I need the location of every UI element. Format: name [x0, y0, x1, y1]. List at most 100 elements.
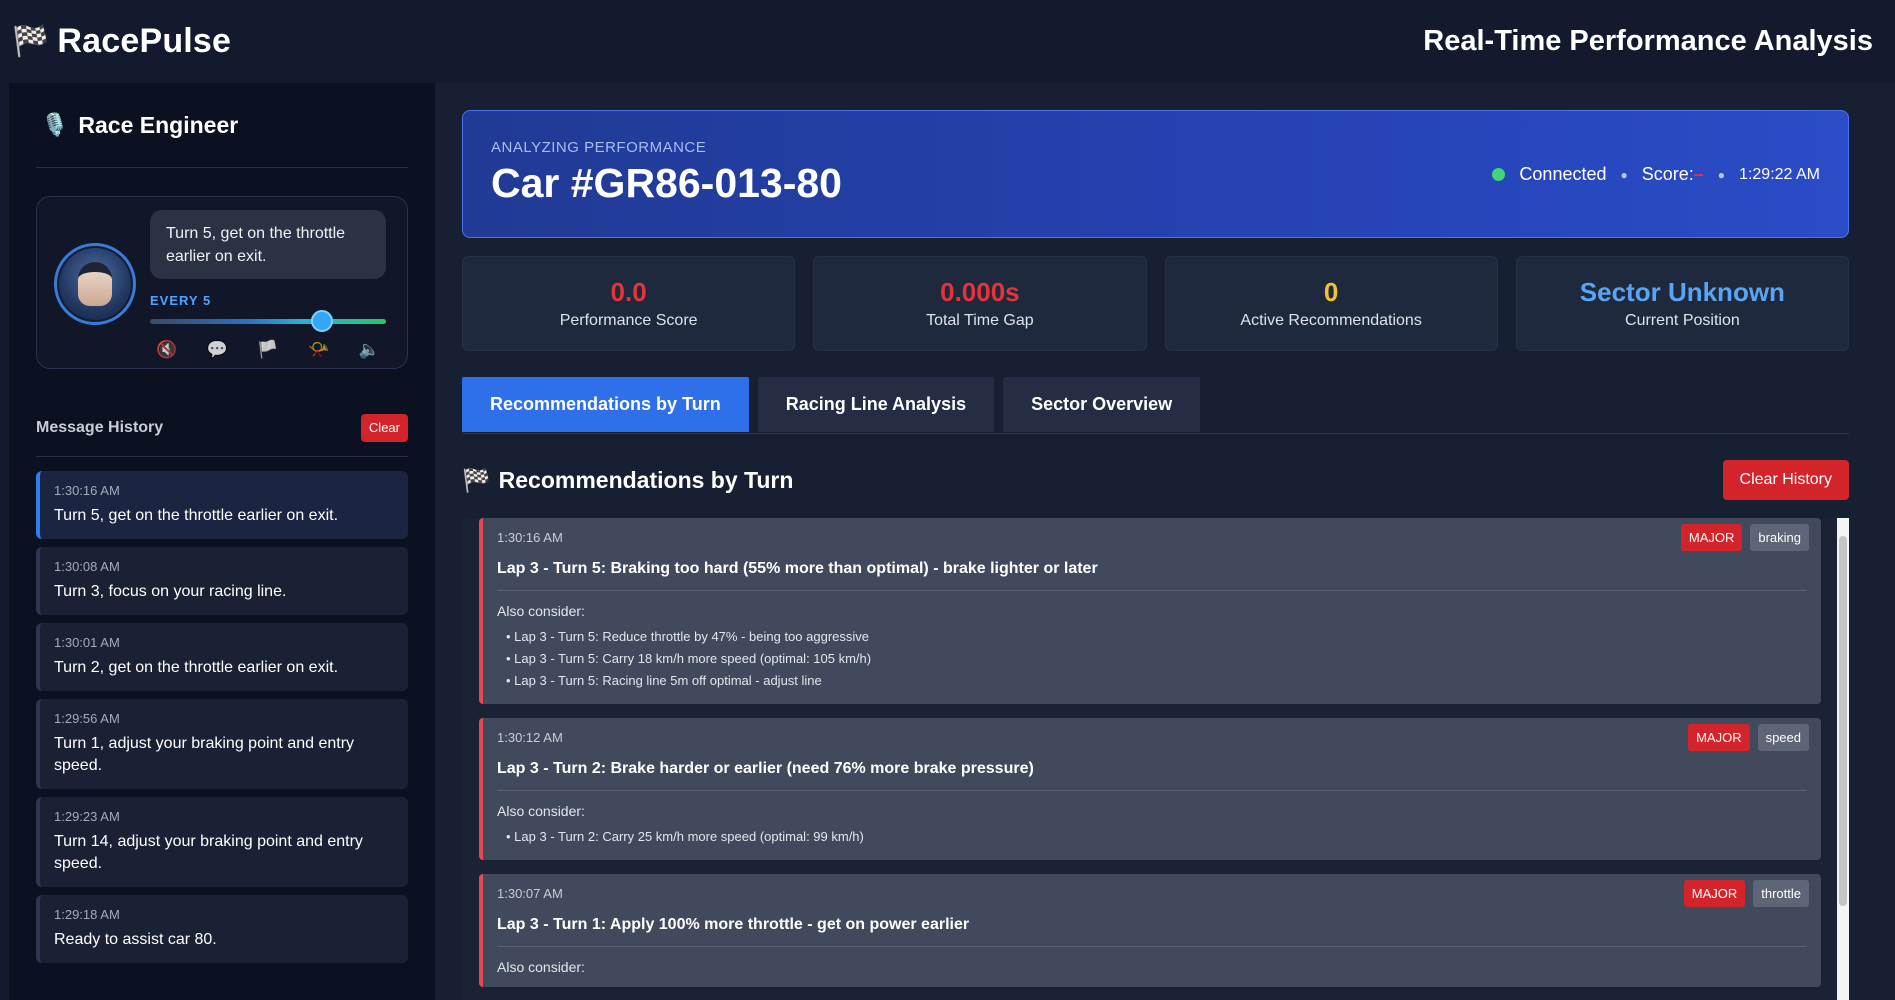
- tab-sector-overview[interactable]: Sector Overview: [1003, 377, 1201, 432]
- history-header: Message History Clear: [36, 409, 408, 457]
- stat-label: Total Time Gap: [926, 312, 1034, 329]
- flag-icon[interactable]: 🏳️: [257, 340, 278, 360]
- mute-icon[interactable]: 🔇: [156, 340, 177, 360]
- tab-racing-line-analysis[interactable]: Racing Line Analysis: [757, 377, 995, 432]
- recommendation-card: 1:30:12 AM MAJOR speed Lap 3 - Turn 2: B…: [479, 718, 1821, 860]
- history-item[interactable]: 1:30:16 AM Turn 5, get on the throttle e…: [36, 471, 408, 539]
- stat-label: Current Position: [1625, 312, 1740, 329]
- recommendation-time: 1:30:07 AM: [497, 886, 563, 901]
- stat-label: Performance Score: [559, 312, 698, 329]
- frequency-label: EVERY 5: [150, 293, 212, 308]
- severity-badge: MAJOR: [1688, 724, 1750, 751]
- score-value: –: [1693, 164, 1704, 184]
- avatar-face: [78, 262, 112, 306]
- history-list: 1:30:16 AM Turn 5, get on the throttle e…: [36, 471, 408, 963]
- recommendation-badges: MAJOR speed: [1688, 724, 1809, 751]
- stat-current-position: Sector Unknown Current Position: [1515, 256, 1849, 351]
- tab-recommendations-by-turn[interactable]: Recommendations by Turn: [462, 377, 749, 432]
- recommendations-scrollbar[interactable]: [1837, 518, 1849, 1000]
- recommendation-time: 1:30:16 AM: [497, 530, 563, 545]
- stat-value: Sector Unknown: [1579, 277, 1785, 307]
- megaphone-icon[interactable]: 📯: [308, 340, 329, 360]
- history-message: Ready to assist car 80.: [54, 931, 217, 948]
- recommendations-scroll-area[interactable]: 1:30:16 AM MAJOR braking Lap 3 - Turn 5:…: [462, 518, 1849, 1000]
- stat-value: 0.0: [610, 277, 647, 307]
- brand[interactable]: 🏁 RacePulse: [12, 22, 231, 61]
- history-message: Turn 5, get on the throttle earlier on e…: [54, 507, 339, 524]
- recommendation-headline: Lap 3 - Turn 2: Brake harder or earlier …: [497, 760, 1807, 791]
- scrollbar-thumb[interactable]: [1839, 536, 1847, 906]
- stat-value: 0.000s: [940, 277, 1020, 307]
- mode-icons: 🔇 💬 🏳️ 📯 🔈: [150, 340, 386, 360]
- stat-active-recommendations: 0 Active Recommendations: [1164, 256, 1498, 351]
- also-consider-list: Lap 3 - Turn 2: Carry 25 km/h more speed…: [497, 826, 1807, 848]
- also-consider-list: Lap 3 - Turn 5: Reduce throttle by 47% -…: [497, 626, 1807, 692]
- history-item[interactable]: 1:30:01 AM Turn 2, get on the throttle e…: [36, 623, 408, 691]
- history-item[interactable]: 1:29:56 AM Turn 1, adjust your braking p…: [36, 699, 408, 789]
- history-message: Turn 14, adjust your braking point and e…: [54, 833, 363, 872]
- also-consider-item: Lap 3 - Turn 5: Reduce throttle by 47% -…: [497, 626, 1807, 648]
- clear-recommendations-button[interactable]: Clear History: [1722, 460, 1849, 500]
- top-header: 🏁 RacePulse Real-Time Performance Analys…: [0, 0, 1895, 83]
- stats-row: 0.0 Performance Score 0.000s Total Time …: [462, 256, 1849, 351]
- engineer-card: Turn 5, get on the throttle earlier on e…: [36, 196, 408, 369]
- hero-subtitle: ANALYZING PERFORMANCE: [491, 139, 707, 156]
- category-badge: braking: [1750, 524, 1809, 551]
- stat-value: 0: [1323, 277, 1339, 307]
- also-consider-item: Lap 3 - Turn 5: Carry 18 km/h more speed…: [497, 648, 1807, 670]
- clear-history-button[interactable]: Clear: [360, 413, 408, 442]
- severity-badge: MAJOR: [1680, 524, 1743, 551]
- history-message: Turn 3, focus on your racing line.: [54, 583, 287, 600]
- history-message: Turn 2, get on the throttle earlier on e…: [54, 659, 339, 676]
- engineer-speech-bubble: Turn 5, get on the throttle earlier on e…: [150, 210, 386, 279]
- recommendation-headline: Lap 3 - Turn 1: Apply 100% more throttle…: [497, 916, 1807, 947]
- brand-name: RacePulse: [57, 22, 232, 60]
- microphone-icon: 🎙️: [41, 112, 69, 137]
- recommendation-badges: MAJOR braking: [1680, 524, 1809, 551]
- checkered-flag-icon: 🏁: [462, 466, 491, 493]
- history-time: 1:30:01 AM: [54, 635, 120, 650]
- recommendation-card: 1:30:07 AM MAJOR throttle Lap 3 - Turn 1…: [479, 874, 1821, 987]
- also-consider-item: Lap 3 - Turn 5: Racing line 5m off optim…: [497, 670, 1807, 692]
- page-title: Real-Time Performance Analysis: [1423, 25, 1873, 57]
- history-label: Message History: [36, 418, 164, 436]
- history-time: 1:30:08 AM: [54, 559, 120, 574]
- history-time: 1:29:56 AM: [54, 711, 120, 726]
- recommendations-list: 1:30:16 AM MAJOR braking Lap 3 - Turn 5:…: [479, 518, 1821, 1000]
- severity-badge: MAJOR: [1683, 880, 1746, 907]
- engineer-title: Race Engineer: [78, 111, 239, 138]
- history-time: 1:30:16 AM: [54, 483, 120, 498]
- recommendation-headline: Lap 3 - Turn 5: Braking too hard (55% mo…: [497, 560, 1807, 591]
- stat-label: Active Recommendations: [1240, 312, 1422, 329]
- connection-label: Connected: [1519, 164, 1607, 184]
- chat-icon[interactable]: 💬: [207, 340, 228, 360]
- recommendations-title-text: Recommendations by Turn: [498, 466, 794, 493]
- analysis-tabs: Recommendations by Turn Racing Line Anal…: [462, 377, 1849, 434]
- also-consider-label: Also consider:: [497, 803, 585, 819]
- history-time: 1:29:18 AM: [54, 907, 120, 922]
- history-item[interactable]: 1:29:18 AM Ready to assist car 80.: [36, 895, 408, 963]
- history-time: 1:29:23 AM: [54, 809, 120, 824]
- frequency-slider-thumb[interactable]: [311, 310, 334, 332]
- history-item[interactable]: 1:29:23 AM Turn 14, adjust your braking …: [36, 797, 408, 887]
- volume-off-icon[interactable]: 🔈: [359, 340, 380, 360]
- connection-status: Connected ● Score:– ● 1:29:22 AM: [1492, 164, 1820, 185]
- recommendations-header: 🏁 Recommendations by Turn Clear History: [462, 460, 1849, 500]
- history-message: Turn 1, adjust your braking point and en…: [54, 735, 355, 774]
- recommendation-time: 1:30:12 AM: [497, 730, 563, 745]
- category-badge: throttle: [1753, 880, 1809, 907]
- frequency-slider[interactable]: [150, 319, 386, 324]
- history-item[interactable]: 1:30:08 AM Turn 3, focus on your racing …: [36, 547, 408, 615]
- recommendation-badges: MAJOR throttle: [1683, 880, 1809, 907]
- also-consider-item: Lap 3 - Turn 2: Carry 25 km/h more speed…: [497, 826, 1807, 848]
- score-label: Score:–: [1641, 164, 1704, 184]
- separator-dot: ●: [1620, 167, 1628, 182]
- also-consider-label: Also consider:: [497, 959, 585, 975]
- engineer-header: 🎙️ Race Engineer: [36, 83, 408, 168]
- status-time: 1:29:22 AM: [1739, 165, 1820, 183]
- category-badge: speed: [1757, 724, 1809, 751]
- stat-total-time-gap: 0.000s Total Time Gap: [813, 256, 1147, 351]
- main-content: ANALYZING PERFORMANCE Car #GR86-013-80 C…: [436, 83, 1895, 1000]
- stat-performance-score: 0.0 Performance Score: [462, 256, 796, 351]
- engineer-avatar: [54, 243, 136, 325]
